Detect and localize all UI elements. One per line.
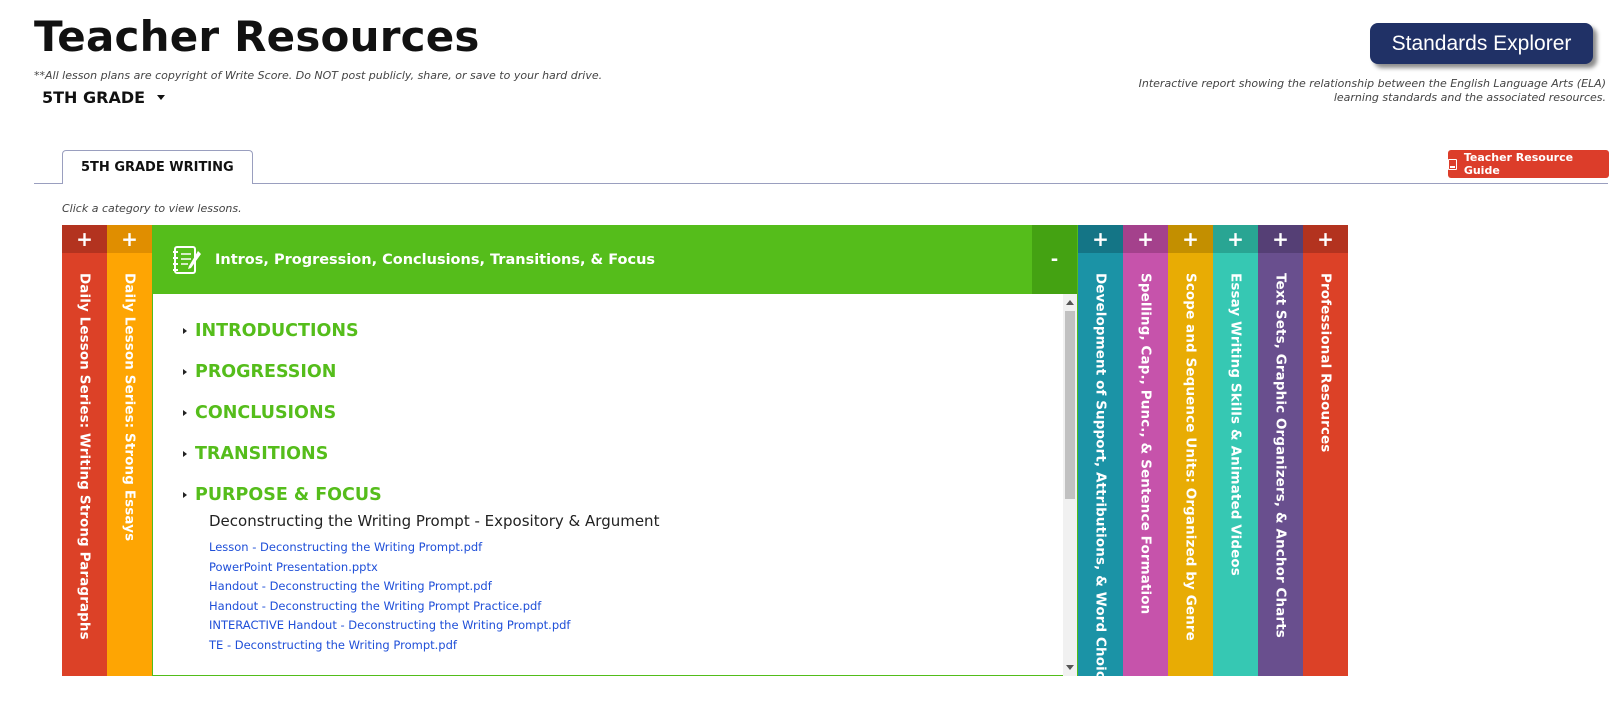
active-category-panel: Intros, Progression, Conclusions, Transi… bbox=[152, 225, 1078, 676]
expand-icon[interactable]: + bbox=[1078, 225, 1123, 253]
expand-icon[interactable]: + bbox=[1123, 225, 1168, 253]
standards-explorer-button[interactable]: Standards Explorer bbox=[1370, 23, 1593, 64]
expand-icon[interactable]: + bbox=[107, 225, 152, 253]
expand-icon[interactable]: + bbox=[1168, 225, 1213, 253]
file-link[interactable]: Handout - Deconstructing the Writing Pro… bbox=[209, 597, 1065, 617]
triangle-right-icon bbox=[183, 451, 187, 457]
lesson-category-label: PURPOSE & FOCUS bbox=[195, 485, 382, 505]
category-column-scope-sequence[interactable]: + Scope and Sequence Units: Organized by… bbox=[1168, 225, 1213, 676]
copyright-notice: **All lesson plans are copyright of Writ… bbox=[34, 69, 603, 82]
active-category-title: Intros, Progression, Conclusions, Transi… bbox=[215, 251, 656, 268]
category-column-daily-paragraphs[interactable]: + Daily Lesson Series: Writing Strong Pa… bbox=[62, 225, 107, 676]
lesson-category-introductions[interactable]: INTRODUCTIONS bbox=[183, 318, 1065, 344]
teacher-resource-guide-label: Teacher Resource Guide bbox=[1463, 151, 1574, 177]
tab-bar-divider bbox=[34, 183, 1608, 184]
category-column-label: Text Sets, Graphic Organizers, & Anchor … bbox=[1272, 273, 1289, 638]
scroll-down-arrow-icon[interactable] bbox=[1066, 665, 1074, 670]
expand-icon[interactable]: + bbox=[1213, 225, 1258, 253]
lesson-list-scrollbar[interactable] bbox=[1063, 294, 1077, 676]
triangle-right-icon bbox=[183, 328, 187, 334]
file-link[interactable]: INTERACTIVE Handout - Deconstructing the… bbox=[209, 616, 1065, 636]
category-column-label: Development of Support, Attributions, & … bbox=[1092, 273, 1109, 689]
scroll-up-arrow-icon[interactable] bbox=[1066, 300, 1074, 305]
file-link[interactable]: PowerPoint Presentation.pptx bbox=[209, 558, 1065, 578]
caret-down-icon bbox=[157, 95, 166, 100]
triangle-right-icon bbox=[183, 369, 187, 375]
active-category-header[interactable]: Intros, Progression, Conclusions, Transi… bbox=[153, 225, 1077, 294]
category-column-professional[interactable]: + Professional Resources bbox=[1303, 225, 1348, 676]
triangle-right-icon bbox=[183, 410, 187, 416]
lesson-category-label: TRANSITIONS bbox=[195, 444, 329, 464]
category-column-spelling[interactable]: + Spelling, Cap., Punc., & Sentence Form… bbox=[1123, 225, 1168, 676]
category-column-label: Spelling, Cap., Punc., & Sentence Format… bbox=[1137, 273, 1154, 615]
collapse-button[interactable]: - bbox=[1032, 225, 1077, 294]
file-link[interactable]: TE - Deconstructing the Writing Prompt.p… bbox=[209, 636, 1065, 656]
category-column-label: Essay Writing Skills & Animated Videos bbox=[1227, 273, 1244, 576]
expand-icon[interactable]: + bbox=[1258, 225, 1303, 253]
triangle-right-icon bbox=[183, 492, 187, 498]
file-link[interactable]: Handout - Deconstructing the Writing Pro… bbox=[209, 577, 1065, 597]
lesson-category-label: PROGRESSION bbox=[195, 362, 337, 382]
expand-icon[interactable]: + bbox=[62, 225, 107, 253]
notebook-pencil-icon bbox=[173, 245, 201, 274]
category-hint: Click a category to view lessons. bbox=[62, 202, 242, 215]
category-column-development-support[interactable]: + Development of Support, Attributions, … bbox=[1078, 225, 1123, 688]
lesson-category-label: CONCLUSIONS bbox=[195, 403, 337, 423]
grade-dropdown-value: 5TH GRADE bbox=[42, 88, 146, 107]
tab-5th-grade-writing[interactable]: 5TH GRADE WRITING bbox=[62, 150, 253, 184]
category-column-essay-videos[interactable]: + Essay Writing Skills & Animated Videos bbox=[1213, 225, 1258, 676]
lesson-category-purpose-focus[interactable]: PURPOSE & FOCUS bbox=[183, 482, 1065, 508]
teacher-resource-guide-button[interactable]: Teacher Resource Guide bbox=[1448, 150, 1609, 178]
category-accordion: + Daily Lesson Series: Writing Strong Pa… bbox=[62, 225, 1348, 688]
category-column-daily-essays[interactable]: + Daily Lesson Series: Strong Essays bbox=[107, 225, 152, 676]
category-column-label: Professional Resources bbox=[1317, 273, 1334, 453]
lesson-category-conclusions[interactable]: CONCLUSIONS bbox=[183, 400, 1065, 426]
scroll-thumb[interactable] bbox=[1065, 311, 1075, 499]
category-column-label: Scope and Sequence Units: Organized by G… bbox=[1182, 273, 1199, 641]
lesson-category-transitions[interactable]: TRANSITIONS bbox=[183, 441, 1065, 467]
expand-icon[interactable]: + bbox=[1303, 225, 1348, 253]
page-title: Teacher Resources bbox=[34, 12, 480, 61]
standards-description: Interactive report showing the relations… bbox=[1138, 77, 1606, 104]
category-column-label: Daily Lesson Series: Writing Strong Para… bbox=[76, 273, 93, 640]
file-link[interactable]: Lesson - Deconstructing the Writing Prom… bbox=[209, 538, 1065, 558]
lesson-title: Deconstructing the Writing Prompt - Expo… bbox=[209, 512, 660, 530]
lesson-category-label: INTRODUCTIONS bbox=[195, 321, 359, 341]
lesson-list: INTRODUCTIONS PROGRESSION CONCLUSIONS TR… bbox=[153, 294, 1065, 676]
category-column-text-sets[interactable]: + Text Sets, Graphic Organizers, & Ancho… bbox=[1258, 225, 1303, 676]
lesson-category-progression[interactable]: PROGRESSION bbox=[183, 359, 1065, 385]
grade-dropdown[interactable]: 5TH GRADE bbox=[42, 88, 166, 107]
document-icon bbox=[1448, 158, 1457, 170]
category-column-label: Daily Lesson Series: Strong Essays bbox=[121, 273, 138, 542]
